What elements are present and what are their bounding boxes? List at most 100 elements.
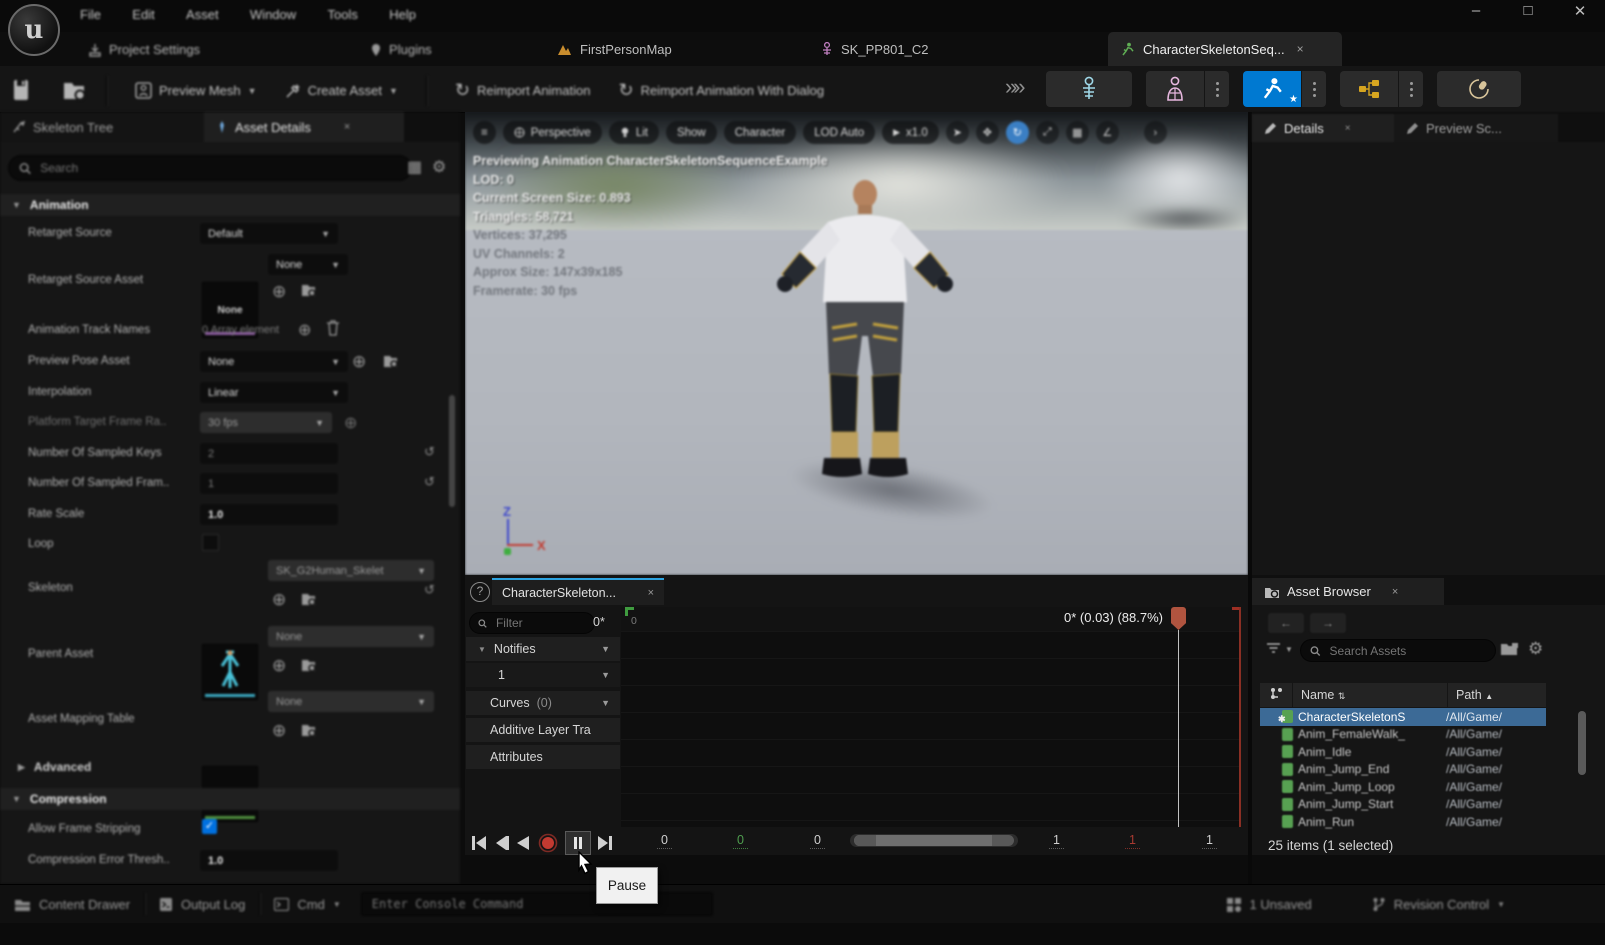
rotate-tool-icon[interactable]: ↻ bbox=[1006, 121, 1029, 144]
range-max-field[interactable]: 1 bbox=[1049, 833, 1064, 849]
use-selected-icon[interactable]: ⊕ bbox=[272, 282, 286, 302]
curves-track-header[interactable]: Curves (0) ▼ bbox=[466, 691, 620, 715]
asset-mapping-dropdown[interactable]: None▼ bbox=[268, 691, 434, 712]
attributes-track-header[interactable]: Attributes bbox=[466, 745, 620, 769]
step-backward-button[interactable] bbox=[493, 835, 510, 851]
character-button[interactable]: Character bbox=[724, 121, 797, 144]
lod-auto-button[interactable]: LOD Auto bbox=[803, 121, 875, 144]
view-range-start-field[interactable]: 0 bbox=[657, 833, 672, 849]
track-menu-icon[interactable]: ▼ bbox=[601, 698, 610, 708]
browse-icon[interactable] bbox=[300, 722, 317, 739]
loop-checkbox[interactable] bbox=[202, 534, 219, 551]
timeline-ruler[interactable]: 0 0* (0.03) (88.7%) bbox=[621, 607, 1241, 631]
project-settings-button[interactable]: Project Settings bbox=[78, 36, 210, 63]
tab-details[interactable]: Details × bbox=[1252, 114, 1394, 142]
record-button[interactable] bbox=[538, 833, 558, 853]
content-drawer-button[interactable]: Content Drawer bbox=[14, 897, 130, 912]
section-compression[interactable]: ▼ Compression bbox=[0, 788, 460, 810]
filter-input[interactable] bbox=[494, 615, 586, 631]
sampled-frames-field[interactable]: 1 bbox=[200, 473, 338, 494]
tab-firstpersonmap[interactable]: FirstPersonMap bbox=[545, 32, 729, 66]
scale-tool-icon[interactable]: ⤢ bbox=[1036, 121, 1059, 144]
tab-close-icon[interactable]: × bbox=[1345, 123, 1351, 134]
mesh-mode-options-button[interactable] bbox=[1204, 71, 1229, 107]
tab-asset-details[interactable]: Asset Details × bbox=[204, 112, 404, 142]
cmd-button[interactable]: Cmd ▼ bbox=[274, 897, 340, 912]
asset-row-selected[interactable]: ✱ CharacterSkeletonS /All/Game/ bbox=[1260, 708, 1546, 726]
create-asset-button[interactable]: Create Asset▼ bbox=[275, 75, 408, 107]
show-button[interactable]: Show bbox=[666, 121, 717, 144]
parent-asset-dropdown[interactable]: None▼ bbox=[268, 626, 434, 647]
column-header-name[interactable]: Name ⇅ bbox=[1293, 688, 1447, 702]
reset-to-default-icon[interactable]: ↺ bbox=[424, 444, 435, 460]
playback-start-field[interactable]: 0 bbox=[733, 833, 748, 849]
step-forward-button[interactable] bbox=[596, 835, 613, 851]
search-assets-input[interactable] bbox=[1328, 643, 1486, 659]
compression-error-field[interactable]: 1.0 bbox=[200, 850, 338, 871]
filter-button[interactable]: ▼ bbox=[1266, 643, 1293, 656]
track-menu-icon[interactable]: ▼ bbox=[601, 644, 610, 654]
revision-column-icon[interactable] bbox=[1260, 687, 1292, 703]
playback-end-field[interactable]: 1 bbox=[1125, 833, 1140, 849]
timeline-scrollbar[interactable] bbox=[850, 834, 1018, 847]
skeleton-mode-button[interactable] bbox=[1046, 71, 1132, 107]
skeleton-thumbnail[interactable] bbox=[202, 644, 258, 700]
section-animation[interactable]: ▼ Animation bbox=[0, 194, 460, 216]
retarget-source-dropdown[interactable]: Default▼ bbox=[200, 223, 338, 244]
select-tool-icon[interactable]: ➤ bbox=[946, 121, 969, 144]
tab-close-icon[interactable]: × bbox=[1297, 42, 1304, 56]
toolbar-overflow-button[interactable]: »» bbox=[1005, 74, 1022, 100]
close-button[interactable]: ✕ bbox=[1567, 2, 1593, 20]
tab-close-icon[interactable]: × bbox=[344, 121, 350, 133]
move-tool-icon[interactable]: ✥ bbox=[976, 121, 999, 144]
unsaved-assets-button[interactable]: 1 Unsaved bbox=[1226, 897, 1312, 912]
reset-to-default-icon[interactable]: ↺ bbox=[424, 474, 435, 490]
save-dirty-icon[interactable] bbox=[1500, 641, 1519, 657]
scrollbar[interactable] bbox=[449, 395, 455, 507]
add-element-icon[interactable]: ⊕ bbox=[298, 320, 311, 340]
scrollbar[interactable] bbox=[1578, 711, 1586, 775]
tab-asset-browser[interactable]: Asset Browser × bbox=[1252, 578, 1444, 605]
physics-mode-button[interactable] bbox=[1437, 71, 1521, 107]
scrollbar-thumb[interactable] bbox=[854, 835, 1012, 846]
tab-close-icon[interactable]: × bbox=[648, 587, 654, 599]
viewport-menu-button[interactable]: ≡ bbox=[473, 121, 496, 144]
reset-to-default-icon[interactable]: ↺ bbox=[424, 582, 435, 598]
view-range-end-field[interactable]: 1 bbox=[1202, 833, 1217, 849]
timeline-filter[interactable] bbox=[469, 612, 595, 634]
save-button[interactable] bbox=[10, 78, 32, 104]
rotation-snap-icon[interactable]: ∠ bbox=[1096, 121, 1119, 144]
use-selected-icon[interactable]: ⊕ bbox=[272, 721, 286, 741]
minimize-button[interactable]: – bbox=[1463, 2, 1489, 20]
preview-mesh-button[interactable]: Preview Mesh▼ bbox=[125, 74, 267, 107]
settings-gear-icon[interactable]: ⚙ bbox=[1528, 639, 1543, 659]
browse-icon[interactable] bbox=[300, 591, 317, 608]
browse-to-asset-button[interactable] bbox=[62, 79, 88, 103]
settings-gear-icon[interactable]: ⚙ bbox=[432, 157, 446, 177]
output-log-button[interactable]: Output Log bbox=[159, 897, 245, 912]
preview-viewport[interactable]: ≡ Perspective Lit Show Character LOD Aut… bbox=[465, 112, 1248, 575]
grid-view-icon[interactable]: ▦ bbox=[407, 157, 422, 177]
help-icon[interactable]: ? bbox=[470, 582, 490, 602]
tab-preview-scene[interactable]: Preview Sc... bbox=[1394, 114, 1558, 142]
lit-button[interactable]: Lit bbox=[609, 121, 659, 144]
blueprint-mode-options-button[interactable] bbox=[1398, 71, 1423, 107]
trash-icon[interactable] bbox=[326, 320, 340, 336]
tab-characterskeletonseq[interactable]: CharacterSkeletonSeq... × bbox=[1108, 32, 1342, 66]
asset-row[interactable]: Anim_Jump_Loop /All/Game/ bbox=[1260, 778, 1546, 796]
asset-search[interactable] bbox=[1300, 639, 1496, 662]
reimport-animation-dialog-button[interactable]: ↻ Reimport Animation With Dialog bbox=[608, 72, 834, 109]
asset-row[interactable]: Anim_Idle /All/Game/ bbox=[1260, 743, 1546, 761]
menu-asset[interactable]: Asset bbox=[172, 0, 233, 29]
frame-counter[interactable]: 0* bbox=[593, 615, 605, 629]
asset-row[interactable]: Anim_Run /All/Game/ bbox=[1260, 813, 1546, 831]
to-front-button[interactable] bbox=[471, 835, 488, 851]
use-selected-icon[interactable]: ⊕ bbox=[352, 352, 366, 372]
timeline-track-area[interactable] bbox=[621, 631, 1241, 827]
maximize-button[interactable]: □ bbox=[1515, 2, 1541, 20]
browse-icon[interactable] bbox=[382, 353, 399, 370]
tab-skeleton-tree[interactable]: Skeleton Tree bbox=[0, 112, 204, 142]
reimport-animation-button[interactable]: ↻ Reimport Animation bbox=[445, 72, 601, 109]
rate-scale-field[interactable]: 1.0 bbox=[200, 504, 338, 525]
asset-row[interactable]: Anim_Jump_Start /All/Game/ bbox=[1260, 796, 1546, 814]
